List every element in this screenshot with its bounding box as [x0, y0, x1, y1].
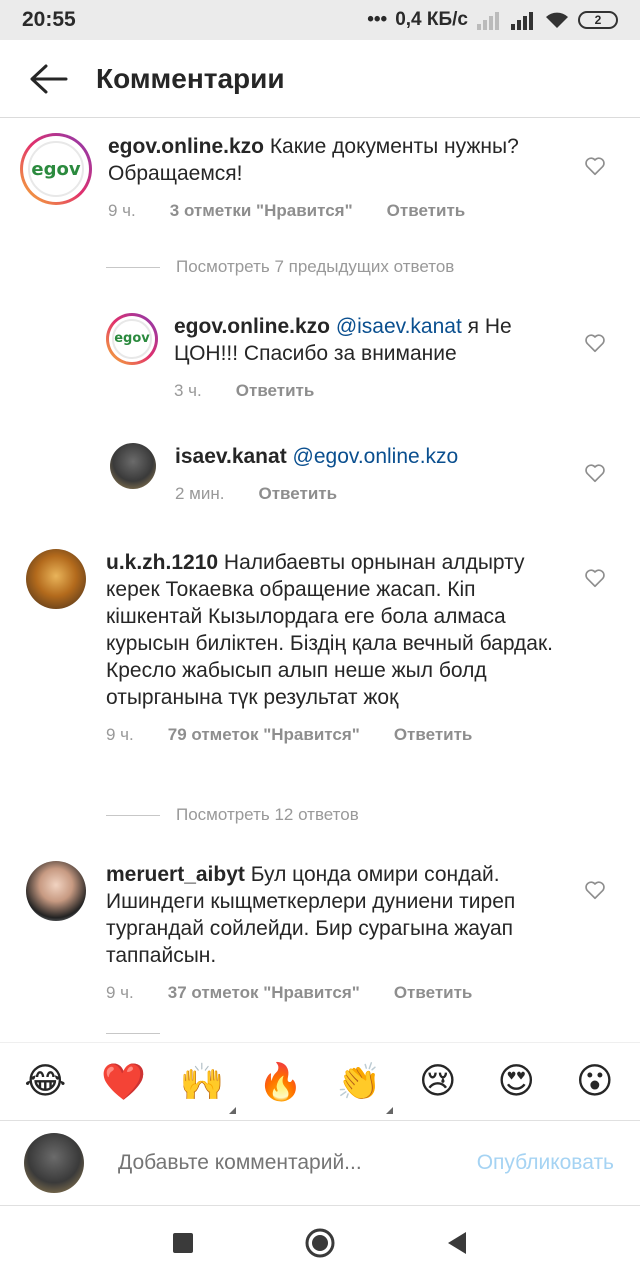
reply-meta: 3 ч. Ответить: [174, 381, 576, 401]
back-button[interactable]: [0, 40, 96, 118]
comment-composer: Опубликовать: [0, 1120, 640, 1206]
avatar[interactable]: [26, 549, 86, 609]
comment-likes[interactable]: 79 отметок "Нравится": [168, 725, 360, 745]
comment-username[interactable]: u.k.zh.1210: [106, 551, 218, 574]
comment-text: egov.online.kzo Какие документы нужны? О…: [108, 133, 580, 187]
app-bar: Комментарии: [0, 40, 640, 118]
status-icons: ••• 0,4 КБ/с 2: [367, 9, 618, 31]
heart-icon[interactable]: [584, 155, 606, 177]
home-icon[interactable]: [304, 1227, 336, 1259]
fire-emoji-icon[interactable]: 🔥: [255, 1056, 307, 1108]
comment-likes[interactable]: 37 отметок "Нравится": [168, 983, 360, 1003]
battery-icon: 2: [578, 11, 618, 29]
status-time: 20:55: [22, 8, 76, 31]
divider-line: [106, 266, 160, 268]
divider-line: [106, 1033, 160, 1034]
comment-username[interactable]: meruert_aibyt: [106, 863, 245, 886]
comment-input[interactable]: [118, 1151, 477, 1175]
reply-body: egov.online.kzo @isaev.kanat я Не ЦОН!!!…: [174, 313, 576, 401]
view-replies-button[interactable]: Посмотреть 7 предыдущих ответов: [106, 257, 454, 277]
heart-icon[interactable]: [584, 462, 606, 484]
reply-meta: 2 мин. Ответить: [175, 484, 458, 504]
reply-button[interactable]: Ответить: [258, 484, 337, 504]
back-arrow-icon: [30, 64, 68, 93]
signal-icon: [477, 12, 499, 30]
reply-button[interactable]: Ответить: [236, 381, 315, 401]
skin-tone-indicator: [229, 1106, 237, 1114]
page-title: Комментарии: [96, 62, 285, 94]
heart-icon[interactable]: [584, 879, 606, 901]
dots-icon: •••: [367, 9, 388, 30]
system-nav-bar: [0, 1206, 640, 1280]
surprised-emoji-icon[interactable]: 😮: [569, 1056, 621, 1108]
wifi-icon: [546, 12, 568, 28]
heart-icon[interactable]: [584, 332, 606, 354]
comment-time: 9 ч.: [106, 725, 134, 744]
heart-eyes-emoji-icon[interactable]: 😍: [490, 1056, 542, 1108]
view-replies-button[interactable]: Посмотреть 12 ответов: [106, 805, 359, 825]
reply-time: 2 мин.: [175, 484, 225, 503]
reply-item: egov egov.online.kzo @isaev.kanat я Не Ц…: [106, 313, 576, 401]
network-speed: 0,4 КБ/с: [395, 9, 468, 30]
divider-line: [106, 814, 160, 816]
comments-list[interactable]: egov egov.online.kzo Какие документы нуж…: [0, 119, 640, 1039]
egov-logo-icon: egov: [27, 140, 85, 198]
avatar[interactable]: egov: [20, 133, 92, 205]
comment-body: meruert_aibyt Бул цонда омири сондай. Иш…: [106, 861, 562, 1003]
avatar[interactable]: [110, 443, 156, 489]
reply-username[interactable]: isaev.kanat: [175, 445, 287, 468]
view-replies-button-partial[interactable]: [106, 1033, 160, 1034]
reply-item: isaev.kanat @egov.online.kzo 2 мин. Отве…: [110, 443, 580, 504]
back-triangle-icon[interactable]: [446, 1231, 468, 1255]
comment-text: u.k.zh.1210 Налибаевты орнынан алдырту к…: [106, 549, 556, 711]
comment-item: egov egov.online.kzo Какие документы нуж…: [20, 133, 580, 221]
comment-item: meruert_aibyt Бул цонда омири сондай. Иш…: [26, 861, 562, 1003]
publish-button[interactable]: Опубликовать: [477, 1151, 614, 1175]
signal-icon: [511, 12, 533, 30]
comment-meta: 9 ч. 3 отметки "Нравится" Ответить: [108, 201, 580, 221]
mention-link[interactable]: @egov.online.kzo: [293, 445, 459, 468]
reply-text: egov.online.kzo @isaev.kanat я Не ЦОН!!!…: [174, 313, 576, 367]
reply-button[interactable]: Ответить: [387, 201, 466, 221]
reply-username[interactable]: egov.online.kzo: [174, 315, 330, 338]
comment-text: meruert_aibyt Бул цонда омири сондай. Иш…: [106, 861, 562, 969]
egov-logo-icon: egov: [112, 319, 152, 359]
view-replies-label: Посмотреть 7 предыдущих ответов: [176, 257, 455, 276]
comment-username[interactable]: egov.online.kzo: [108, 135, 264, 158]
reply-time: 3 ч.: [174, 381, 202, 400]
crying-emoji-icon[interactable]: 😢: [412, 1056, 464, 1108]
recents-icon[interactable]: [172, 1232, 194, 1254]
comment-time: 9 ч.: [108, 201, 136, 220]
comment-content: Налибаевты орнынан алдырту керек Токаевк…: [106, 551, 553, 709]
comment-time: 9 ч.: [106, 983, 134, 1002]
reply-body: isaev.kanat @egov.online.kzo 2 мин. Отве…: [175, 443, 458, 504]
comment-body: u.k.zh.1210 Налибаевты орнынан алдырту к…: [106, 549, 556, 745]
clap-emoji-icon[interactable]: 👏: [333, 1056, 394, 1114]
comment-item: u.k.zh.1210 Налибаевты орнынан алдырту к…: [26, 549, 556, 745]
reply-button[interactable]: Ответить: [394, 725, 473, 745]
mention-link[interactable]: @isaev.kanat: [336, 315, 462, 338]
raised-hands-emoji-icon[interactable]: 🙌: [176, 1056, 237, 1114]
reply-text: isaev.kanat @egov.online.kzo: [175, 443, 458, 470]
comment-likes[interactable]: 3 отметки "Нравится": [170, 201, 353, 221]
skin-tone-indicator: [386, 1106, 394, 1114]
reply-button[interactable]: Ответить: [394, 983, 473, 1003]
comment-body: egov.online.kzo Какие документы нужны? О…: [108, 133, 580, 221]
view-replies-label: Посмотреть 12 ответов: [176, 805, 359, 824]
avatar[interactable]: egov: [106, 313, 158, 365]
emoji-reaction-bar: 😂 ❤️ 🙌 🔥 👏 😢 😍 😮: [0, 1042, 640, 1120]
heart-icon[interactable]: [584, 567, 606, 589]
avatar[interactable]: [26, 861, 86, 921]
joy-emoji-icon[interactable]: 😂: [19, 1056, 71, 1108]
user-avatar: [24, 1133, 84, 1193]
comment-meta: 9 ч. 79 отметок "Нравится" Ответить: [106, 725, 556, 745]
status-bar: 20:55 ••• 0,4 КБ/с 2: [0, 0, 640, 40]
comment-meta: 9 ч. 37 отметок "Нравится" Ответить: [106, 983, 562, 1003]
heart-emoji-icon[interactable]: ❤️: [98, 1056, 150, 1108]
